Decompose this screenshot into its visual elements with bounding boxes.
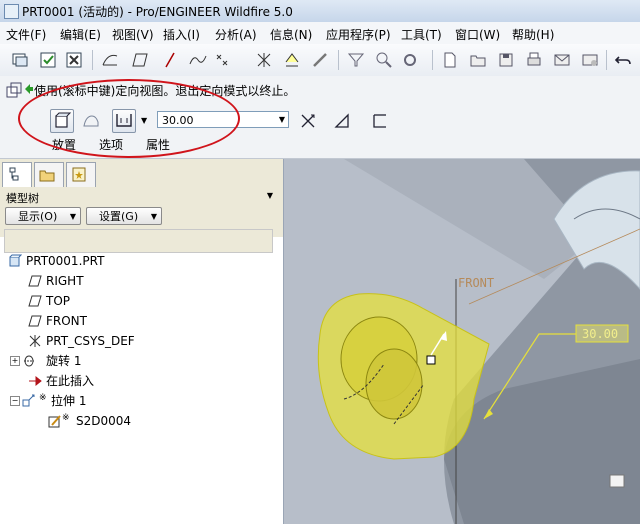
datum-plane-icon [28,295,42,307]
datum-plane-icon[interactable] [130,50,150,70]
csys-marker [609,474,625,488]
menu-info[interactable]: 信息(N) [270,26,312,43]
datum-csys-icon[interactable] [254,50,274,70]
save-icon[interactable] [496,50,516,70]
extrude-icon [22,394,35,407]
undo-icon[interactable] [613,50,633,70]
analysis-icon[interactable] [282,50,302,70]
mail-attach-icon[interactable] [580,50,600,70]
revolve-icon [24,355,34,367]
menu-help[interactable]: 帮助(H) [512,26,554,43]
part-icon [9,254,22,267]
link-icon[interactable] [310,50,330,70]
active-feature-asterisk-icon: ※ [62,413,70,423]
menu-file[interactable]: 文件(F) [6,26,46,43]
toolbar-separator [338,50,339,70]
sketch-icon [48,415,61,428]
toolbar [0,44,640,77]
annotation-circle [18,79,240,158]
expand-icon[interactable]: + [10,356,20,366]
search-tool-icon[interactable] [374,50,394,70]
menu-edit[interactable]: 编辑(E) [60,26,101,43]
collapse-icon[interactable]: − [10,396,20,406]
insert-arrow-icon [29,375,42,387]
menu-tools[interactable]: 工具(T) [401,26,442,43]
panel-menu-icon[interactable]: ▼ [267,191,273,200]
coordinate-system-icon [29,335,41,347]
tab-folder-browser[interactable] [34,162,64,187]
navigator-tabs [0,159,283,188]
datum-plane-icon [28,275,42,287]
model-viewport[interactable]: FRONT 30.00 [284,159,640,524]
model-tree-title: 模型树 [6,192,39,205]
settings-button[interactable]: 设置(G) ▼ [86,207,162,225]
remove-material-icon[interactable] [332,111,352,131]
checkbox-window-icon[interactable] [38,50,58,70]
settings-button-label: 设置(G) [99,210,139,223]
active-feature-asterisk-icon: ※ [39,393,47,403]
datum-point-icon[interactable] [214,50,234,70]
toolbar-separator [92,50,93,70]
show-button-label: 显示(O) [18,210,58,223]
menu-window[interactable]: 窗口(W) [455,26,500,43]
close-window-icon[interactable] [64,50,84,70]
app-icon [4,4,19,19]
datum-plane-icon [28,315,42,327]
window-title: PRT0001 (活动的) - Pro/ENGINEER Wildfire 5.… [22,5,293,19]
front-datum-label: FRONT [458,276,494,290]
toolbar-separator [606,50,607,70]
model-tree-search-bar [4,229,273,253]
mail-icon[interactable] [552,50,572,70]
extrude-hole-lower [365,348,423,420]
depth-drag-handle[interactable] [426,355,436,365]
chevron-down-icon[interactable]: ▼ [276,112,288,127]
menu-insert[interactable]: 插入(I) [163,26,200,43]
print-icon[interactable] [524,50,544,70]
graphics-window[interactable]: FRONT 30.00 [284,159,640,524]
sketch-icon[interactable] [100,50,120,70]
menu-analysis[interactable]: 分析(A) [215,26,257,43]
datum-axis-icon[interactable] [160,50,180,70]
chevron-down-icon: ▼ [150,212,157,221]
menu-bar: 文件(F) 编辑(E) 视图(V) 插入(I) 分析(A) 信息(N) 应用程序… [0,22,640,45]
layers-icon[interactable] [10,50,30,70]
title-bar: PRT0001 (活动的) - Pro/ENGINEER Wildfire 5.… [0,0,640,23]
prompt-arrow-icon [24,83,34,95]
filter-icon[interactable] [346,50,366,70]
menu-view[interactable]: 视图(V) [112,26,154,43]
toolbar-separator [432,50,433,70]
new-file-icon[interactable] [440,50,460,70]
settings-icon[interactable] [400,50,420,70]
navigator-panel: 模型树 ▼ 显示(O) ▼ 设置(G) ▼ PRT0001.PRT RIGHT … [0,159,284,524]
tab-model-tree[interactable] [2,162,32,188]
chevron-down-icon: ▼ [69,212,76,221]
thicken-sketch-icon[interactable] [370,111,390,131]
flip-direction-icon[interactable] [298,111,318,131]
menu-applications[interactable]: 应用程序(P) [326,26,391,43]
orient-mode-icon[interactable] [6,82,22,98]
open-file-icon[interactable] [468,50,488,70]
show-button[interactable]: 显示(O) ▼ [5,207,81,225]
tab-favorites[interactable] [66,162,96,187]
depth-dimension-text[interactable]: 30.00 [582,327,618,341]
datum-curve-icon[interactable] [188,50,208,70]
